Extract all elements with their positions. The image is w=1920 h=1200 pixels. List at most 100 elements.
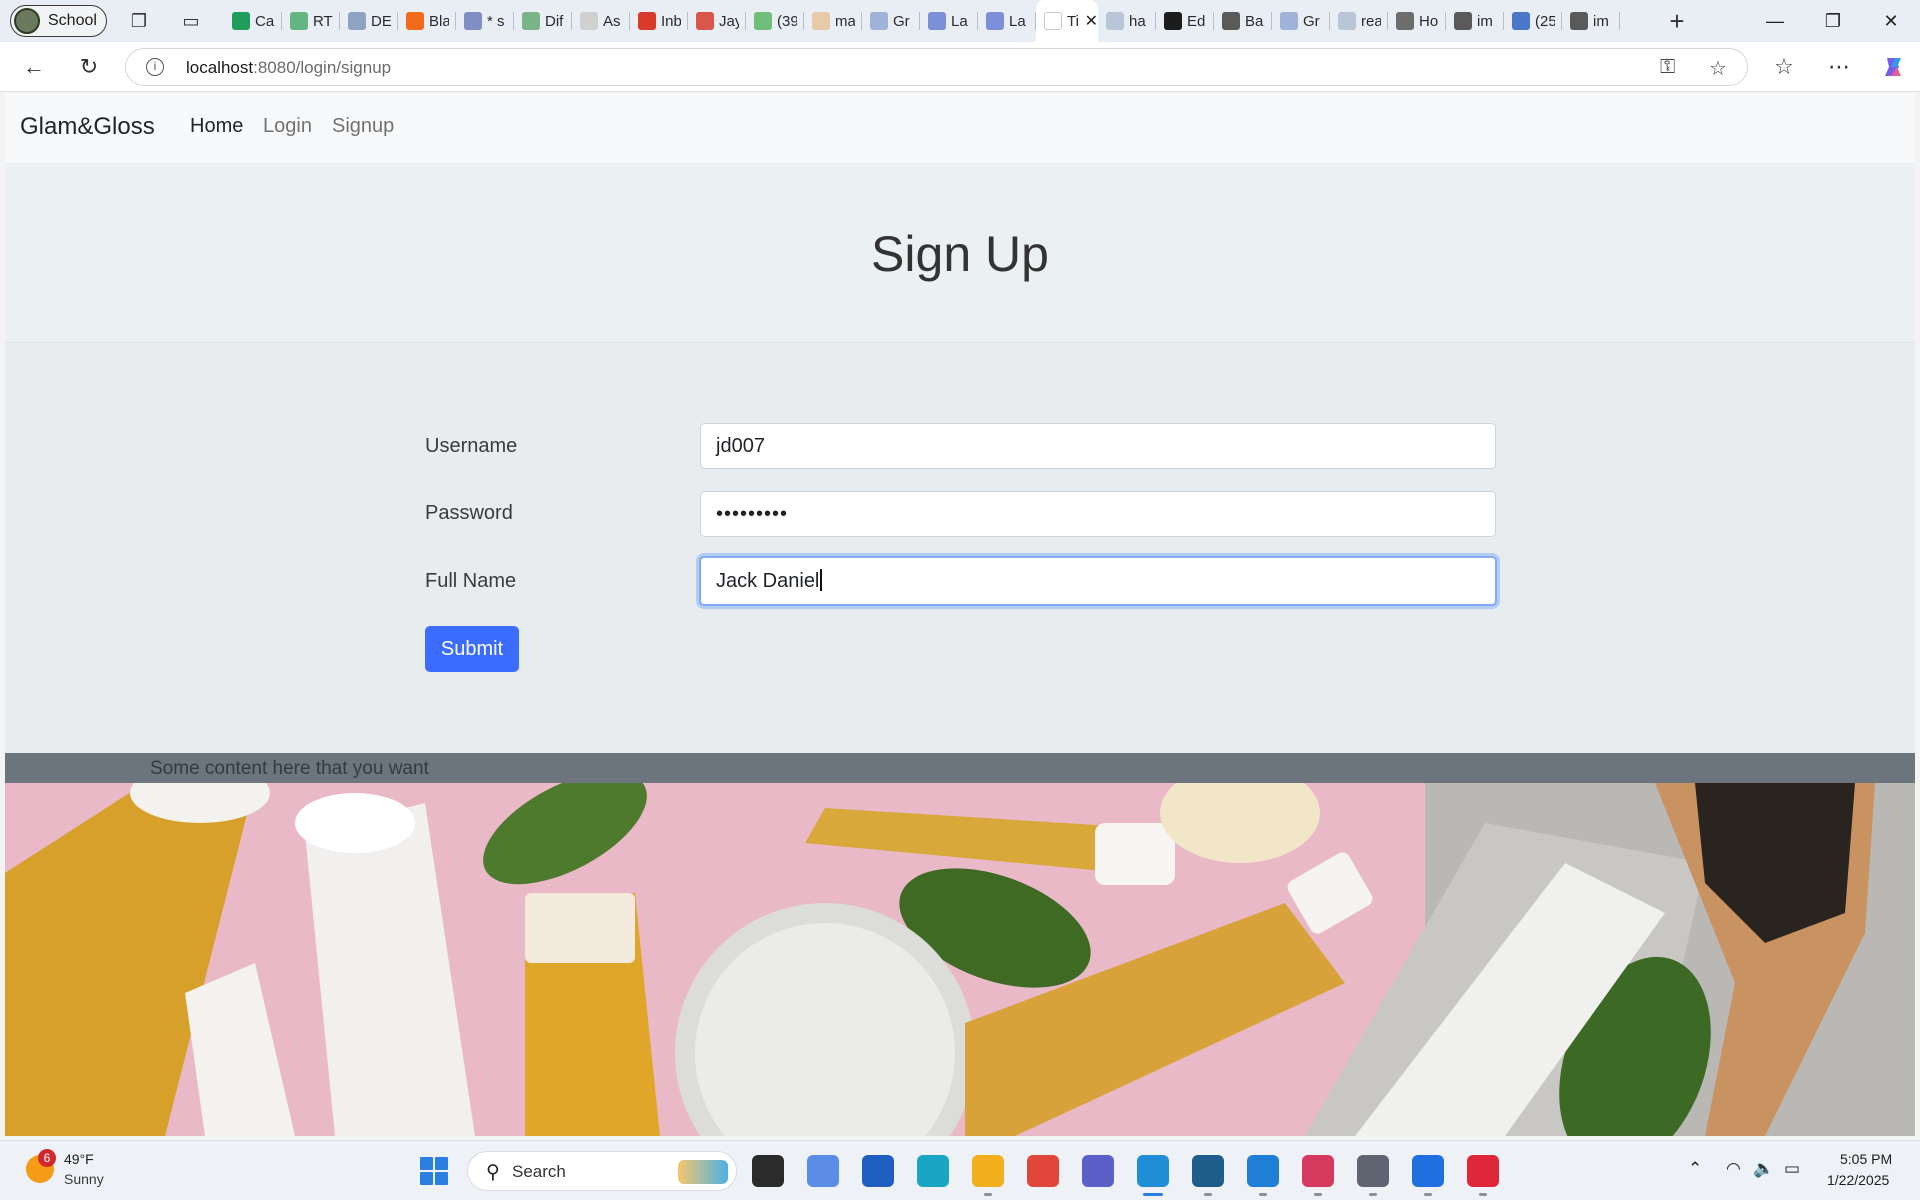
submit-button[interactable]: Submit [425, 626, 519, 672]
browser-tab[interactable]: Jay [688, 0, 746, 42]
close-window-button[interactable]: ✕ [1868, 6, 1914, 36]
nav-login[interactable]: Login [263, 115, 312, 138]
tab-title: im [1477, 12, 1493, 30]
browser-tab[interactable]: La [920, 0, 978, 42]
browser-tab[interactable]: Gr [862, 0, 920, 42]
url-text[interactable]: localhost:8080/login/signup [186, 58, 391, 78]
browser-tab[interactable]: Ed [1156, 0, 1214, 42]
browser-tab[interactable]: Tit ✕ [1036, 0, 1098, 42]
settings-icon[interactable] [1357, 1155, 1389, 1196]
nav-home[interactable]: Home [190, 115, 243, 138]
favorites-icon[interactable]: ☆ [1770, 53, 1798, 81]
browser-tab[interactable]: im [1446, 0, 1504, 42]
vertical-tabs-icon[interactable]: ▭ [179, 9, 203, 33]
fullname-label: Full Name [425, 570, 517, 592]
browser-tab[interactable]: Gr [1272, 0, 1330, 42]
browser-tab[interactable]: ma [804, 0, 862, 42]
username-input[interactable]: jd007 [700, 423, 1496, 469]
windows-taskbar: 6 49°F Sunny ⚲ Search ⌃ ◠ 🔈 ▭ 5:05 PM 1/… [0, 1140, 1920, 1200]
maps-icon[interactable] [1412, 1155, 1444, 1196]
cortana-icon[interactable] [917, 1155, 949, 1187]
restore-button[interactable]: ❐ [1810, 6, 1856, 36]
task-view-icon[interactable] [752, 1155, 784, 1187]
site-brand[interactable]: Glam&Gloss [20, 113, 155, 141]
back-button[interactable]: ← [20, 53, 48, 81]
browser-tab[interactable]: im [1562, 0, 1620, 42]
browser-tab[interactable]: DE [340, 0, 398, 42]
password-input[interactable]: ••••••••• [700, 491, 1496, 537]
browser-tab[interactable]: Ca [224, 0, 282, 42]
weather-temperature[interactable]: 49°F [64, 1151, 94, 1167]
lambda-icon [1396, 12, 1414, 30]
volume-icon[interactable]: 🔈 [1753, 1159, 1774, 1179]
browser-tab[interactable]: Inb [630, 0, 688, 42]
browser-tab[interactable]: * s [456, 0, 514, 42]
start-button[interactable] [420, 1157, 448, 1185]
blackboard-icon [406, 12, 424, 30]
wifi-icon[interactable]: ◠ [1726, 1159, 1741, 1179]
workspaces-icon[interactable]: ❐ [127, 9, 151, 33]
start-tile [420, 1157, 433, 1170]
chat-icon [754, 12, 772, 30]
reload-button[interactable]: ↻ [75, 53, 103, 81]
file-explorer-icon[interactable] [972, 1155, 1004, 1196]
close-tab-icon[interactable]: ✕ [1085, 11, 1098, 31]
copilot-icon[interactable] [1879, 53, 1907, 81]
browser-tab[interactable]: Dif [514, 0, 572, 42]
page-viewport: Glam&Gloss Home Login Signup Sign Up Use… [5, 93, 1915, 1136]
site-info-icon[interactable]: i [146, 58, 164, 76]
linkedin-icon [1512, 12, 1530, 30]
fullname-input[interactable]: Jack Daniel [699, 556, 1497, 606]
weather-condition[interactable]: Sunny [64, 1171, 104, 1187]
clock-time[interactable]: 5:05 PM [1840, 1151, 1892, 1167]
text-caret [820, 569, 822, 591]
browser-tab[interactable]: RT [282, 0, 340, 42]
password-label: Password [425, 502, 513, 524]
favorite-star-icon[interactable]: ☆ [1709, 56, 1727, 81]
browser-tab[interactable]: La [978, 0, 1036, 42]
nav-signup[interactable]: Signup [332, 115, 394, 138]
tab-title: Ba [1245, 12, 1264, 30]
more-menu-icon[interactable]: ⋯ [1825, 53, 1853, 81]
browser-tab[interactable]: Bla [398, 0, 456, 42]
copilot-icon[interactable] [807, 1155, 839, 1187]
tab-title: La [1009, 12, 1026, 30]
zoom-icon [928, 12, 946, 30]
username-value: jd007 [716, 435, 765, 457]
gmail-icon [580, 12, 598, 30]
cosmetics-illustration [5, 783, 1915, 1136]
browser-tab[interactable]: rea [1330, 0, 1388, 42]
browser-tab[interactable]: (39 [746, 0, 804, 42]
notepad-icon[interactable] [1247, 1155, 1279, 1196]
profile-button[interactable]: School [10, 5, 107, 37]
new-tab-button[interactable]: + [1665, 6, 1689, 36]
edge-icon[interactable] [1137, 1155, 1169, 1196]
slack-icon[interactable] [1302, 1155, 1334, 1196]
store-icon[interactable] [862, 1155, 894, 1187]
weather-badge: 6 [38, 1149, 56, 1167]
browser-tab[interactable]: Ho [1388, 0, 1446, 42]
github-icon [1454, 12, 1472, 30]
browser-tab[interactable]: ha [1098, 0, 1156, 42]
github-icon [1222, 12, 1240, 30]
start-tile [435, 1172, 448, 1185]
battery-icon[interactable]: ▭ [1784, 1159, 1800, 1179]
intellij-icon[interactable] [1467, 1155, 1499, 1196]
mysql-workbench-icon[interactable] [1192, 1155, 1224, 1196]
chrome-icon[interactable] [1027, 1155, 1059, 1187]
tab-title: ma [835, 12, 855, 30]
address-bar[interactable]: i localhost:8080/login/signup ⚿ ☆ [125, 48, 1748, 86]
minimize-button[interactable]: — [1752, 6, 1798, 36]
browser-tab[interactable]: (25 [1504, 0, 1562, 42]
browser-tab[interactable]: As [572, 0, 630, 42]
tab-title: Gr [1303, 12, 1320, 30]
teams-icon[interactable] [1082, 1155, 1114, 1187]
profile-name: School [48, 12, 97, 29]
browser-tab[interactable]: Ba [1214, 0, 1272, 42]
clock-date[interactable]: 1/22/2025 [1827, 1172, 1889, 1188]
tray-overflow-icon[interactable]: ⌃ [1688, 1159, 1702, 1179]
gmail-icon [638, 12, 656, 30]
diamond-icon [870, 12, 888, 30]
password-key-icon[interactable]: ⚿ [1660, 56, 1675, 79]
taskbar-search[interactable]: ⚲ Search [467, 1151, 737, 1191]
